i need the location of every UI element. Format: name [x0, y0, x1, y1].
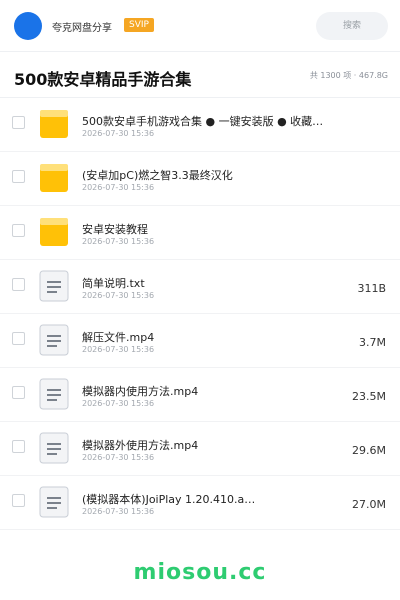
list-item[interactable]: (模拟器本体)JoiPlay 1.20.410.a… 2026-07-30 15… — [0, 476, 400, 530]
list-item[interactable]: 安卓安装教程 2026-07-30 15:36 — [0, 206, 400, 260]
item-time: 2026-07-30 15:36 — [82, 453, 155, 462]
item-size: 3.7M — [359, 336, 386, 349]
item-summary: 共 1300 项 · 467.8G — [309, 71, 388, 80]
select-checkbox[interactable] — [12, 224, 25, 237]
header-bar: 夸克网盘分享 SVIP 搜索 — [0, 0, 400, 52]
select-checkbox[interactable] — [12, 440, 25, 453]
item-name: (模拟器本体)JoiPlay 1.20.410.a… — [82, 493, 256, 506]
list-item[interactable]: 模拟器内使用方法.mp4 2026-07-30 15:36 23.5M — [0, 368, 400, 422]
svip-badge: SVIP — [124, 18, 154, 32]
document-icon — [39, 432, 69, 464]
list-item[interactable]: 简单说明.txt 2026-07-30 15:36 311B — [0, 260, 400, 314]
item-name: 500款安卓手机游戏合集 ● 一键安装版 ● 收藏… — [82, 115, 324, 128]
file-list: 500款安卓手机游戏合集 ● 一键安装版 ● 收藏… 2026-07-30 15… — [0, 98, 400, 530]
document-icon — [39, 324, 69, 356]
watermark: miosou.cc — [133, 560, 267, 585]
search-input[interactable]: 搜索 — [316, 12, 388, 40]
document-icon — [39, 486, 69, 518]
document-icon — [39, 378, 69, 410]
item-size: 27.0M — [352, 498, 386, 511]
item-time: 2026-07-30 15:36 — [82, 291, 155, 300]
title-row: 500款安卓精品手游合集 共 1300 项 · 467.8G — [0, 52, 400, 98]
avatar[interactable] — [14, 12, 42, 40]
list-item[interactable]: (安卓加pC)燃之智3.3最终汉化 2026-07-30 15:36 — [0, 152, 400, 206]
select-checkbox[interactable] — [12, 278, 25, 291]
item-size: 23.5M — [352, 390, 386, 403]
item-time: 2026-07-30 15:36 — [82, 129, 155, 138]
item-name: 简单说明.txt — [82, 277, 145, 290]
item-name: 解压文件.mp4 — [82, 331, 155, 344]
item-time: 2026-07-30 15:36 — [82, 399, 155, 408]
list-item[interactable]: 解压文件.mp4 2026-07-30 15:36 3.7M — [0, 314, 400, 368]
item-size: 311B — [357, 282, 386, 295]
folder-icon — [40, 164, 68, 192]
select-checkbox[interactable] — [12, 386, 25, 399]
list-item[interactable]: 模拟器外使用方法.mp4 2026-07-30 15:36 29.6M — [0, 422, 400, 476]
item-time: 2026-07-30 15:36 — [82, 345, 155, 354]
item-time: 2026-07-30 15:36 — [82, 183, 155, 192]
page-title: 500款安卓精品手游合集 — [14, 70, 192, 89]
select-checkbox[interactable] — [12, 170, 25, 183]
item-name: 安卓安装教程 — [82, 223, 148, 236]
item-name: (安卓加pC)燃之智3.3最终汉化 — [82, 169, 233, 182]
select-checkbox[interactable] — [12, 332, 25, 345]
folder-icon — [40, 110, 68, 138]
document-icon — [39, 270, 69, 302]
brand-name: 夸克网盘分享 — [52, 23, 112, 34]
item-time: 2026-07-30 15:36 — [82, 507, 155, 516]
item-name: 模拟器内使用方法.mp4 — [82, 385, 199, 398]
item-size: 29.6M — [352, 444, 386, 457]
item-name: 模拟器外使用方法.mp4 — [82, 439, 199, 452]
item-time: 2026-07-30 15:36 — [82, 237, 155, 246]
folder-icon — [40, 218, 68, 246]
list-item[interactable]: 500款安卓手机游戏合集 ● 一键安装版 ● 收藏… 2026-07-30 15… — [0, 98, 400, 152]
select-checkbox[interactable] — [12, 494, 25, 507]
select-checkbox[interactable] — [12, 116, 25, 129]
share-page: 夸克网盘分享 SVIP 搜索 500款安卓精品手游合集 共 1300 项 · 4… — [0, 0, 400, 600]
